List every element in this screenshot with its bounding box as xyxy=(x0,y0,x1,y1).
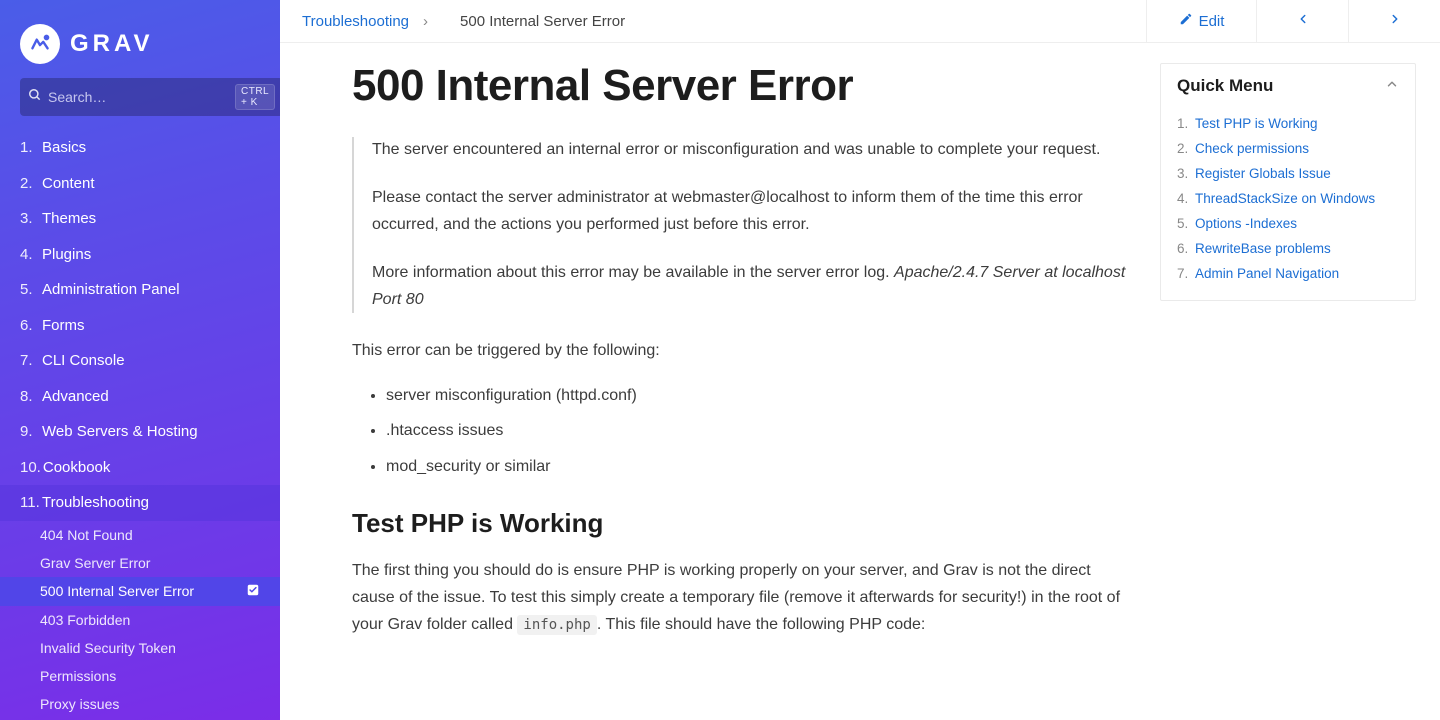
search-icon xyxy=(28,88,42,106)
content: Troubleshooting › 500 Internal Server Er… xyxy=(280,0,1440,720)
quick-menu-title: Quick Menu xyxy=(1177,76,1273,96)
sidebar-item-themes[interactable]: 3.Themes xyxy=(0,201,280,237)
sidebar-item-basics[interactable]: 1.Basics xyxy=(0,130,280,166)
breadcrumb-parent[interactable]: Troubleshooting xyxy=(302,13,409,30)
article: 500 Internal Server Error The server enc… xyxy=(280,43,1160,720)
sidebar: GRAV CTRL + K v1.5 ▾ 1.Basics 2.Content … xyxy=(0,0,280,720)
sidebar-item-content[interactable]: 2.Content xyxy=(0,166,280,202)
chevron-left-icon xyxy=(1296,12,1310,30)
search-input[interactable] xyxy=(48,89,229,105)
sidebar-item-cli-console[interactable]: 7.CLI Console xyxy=(0,343,280,379)
section-heading-test-php: Test PHP is Working xyxy=(352,508,1130,539)
sidebar-sub-404[interactable]: 404 Not Found xyxy=(0,521,280,549)
edit-icon xyxy=(1179,12,1193,30)
quick-menu-item[interactable]: 3.Register Globals Issue xyxy=(1177,162,1399,187)
inline-code: info.php xyxy=(517,615,596,635)
sidebar-sub-invalid-token[interactable]: Invalid Security Token xyxy=(0,634,280,662)
quick-menu-item[interactable]: 6.RewriteBase problems xyxy=(1177,237,1399,262)
sidebar-sub-permissions[interactable]: Permissions xyxy=(0,662,280,690)
list-item: mod_security or similar xyxy=(386,453,1130,480)
grav-logo-icon xyxy=(20,24,60,64)
breadcrumb-current: 500 Internal Server Error xyxy=(460,13,625,30)
breadcrumb: Troubleshooting › 500 Internal Server Er… xyxy=(302,13,625,30)
list-item: server misconfiguration (httpd.conf) xyxy=(386,382,1130,409)
lead-paragraph: This error can be triggered by the follo… xyxy=(352,337,1130,364)
search-shortcut: CTRL + K xyxy=(235,84,275,110)
sidebar-item-advanced[interactable]: 8.Advanced xyxy=(0,379,280,415)
sidebar-item-web-servers[interactable]: 9.Web Servers & Hosting xyxy=(0,414,280,450)
chevron-right-icon xyxy=(1388,12,1402,30)
quick-menu-item[interactable]: 5.Options -Indexes xyxy=(1177,212,1399,237)
sidebar-sub-grav-error[interactable]: Grav Server Error xyxy=(0,549,280,577)
sidebar-item-plugins[interactable]: 4.Plugins xyxy=(0,237,280,273)
paragraph: The first thing you should do is ensure … xyxy=(352,557,1130,639)
chevron-right-icon: › xyxy=(423,13,428,30)
sidebar-item-cookbook[interactable]: 10.Cookbook xyxy=(0,450,280,486)
nav: 1.Basics 2.Content 3.Themes 4.Plugins 5.… xyxy=(0,130,280,720)
search-input-wrap[interactable]: CTRL + K xyxy=(20,78,280,116)
brand-logo[interactable]: GRAV xyxy=(0,0,280,78)
next-button[interactable] xyxy=(1348,0,1440,42)
quick-menu: Quick Menu 1.Test PHP is Working 2.Check… xyxy=(1160,43,1440,720)
quick-menu-item[interactable]: 4.ThreadStackSize on Windows xyxy=(1177,187,1399,212)
sidebar-sub-500[interactable]: 500 Internal Server Error xyxy=(0,577,280,606)
sidebar-sub-proxy[interactable]: Proxy issues xyxy=(0,690,280,718)
quick-menu-item[interactable]: 2.Check permissions xyxy=(1177,137,1399,162)
sidebar-sub-403[interactable]: 403 Forbidden xyxy=(0,606,280,634)
quick-menu-item[interactable]: 1.Test PHP is Working xyxy=(1177,112,1399,137)
brand-text: GRAV xyxy=(70,30,154,58)
prev-button[interactable] xyxy=(1256,0,1348,42)
quick-menu-header[interactable]: Quick Menu xyxy=(1161,64,1415,108)
check-icon xyxy=(246,583,260,600)
page-title: 500 Internal Server Error xyxy=(352,61,1130,111)
causes-list: server misconfiguration (httpd.conf) .ht… xyxy=(352,382,1130,480)
sidebar-item-admin-panel[interactable]: 5.Administration Panel xyxy=(0,272,280,308)
quick-menu-item[interactable]: 7.Admin Panel Navigation xyxy=(1177,262,1399,287)
chevron-up-icon xyxy=(1385,77,1399,95)
edit-button[interactable]: Edit xyxy=(1146,0,1256,42)
error-blockquote: The server encountered an internal error… xyxy=(352,137,1130,313)
sidebar-item-troubleshooting[interactable]: 11.Troubleshooting xyxy=(0,485,280,521)
sidebar-item-forms[interactable]: 6.Forms xyxy=(0,308,280,344)
topbar: Troubleshooting › 500 Internal Server Er… xyxy=(280,0,1440,43)
list-item: .htaccess issues xyxy=(386,417,1130,444)
